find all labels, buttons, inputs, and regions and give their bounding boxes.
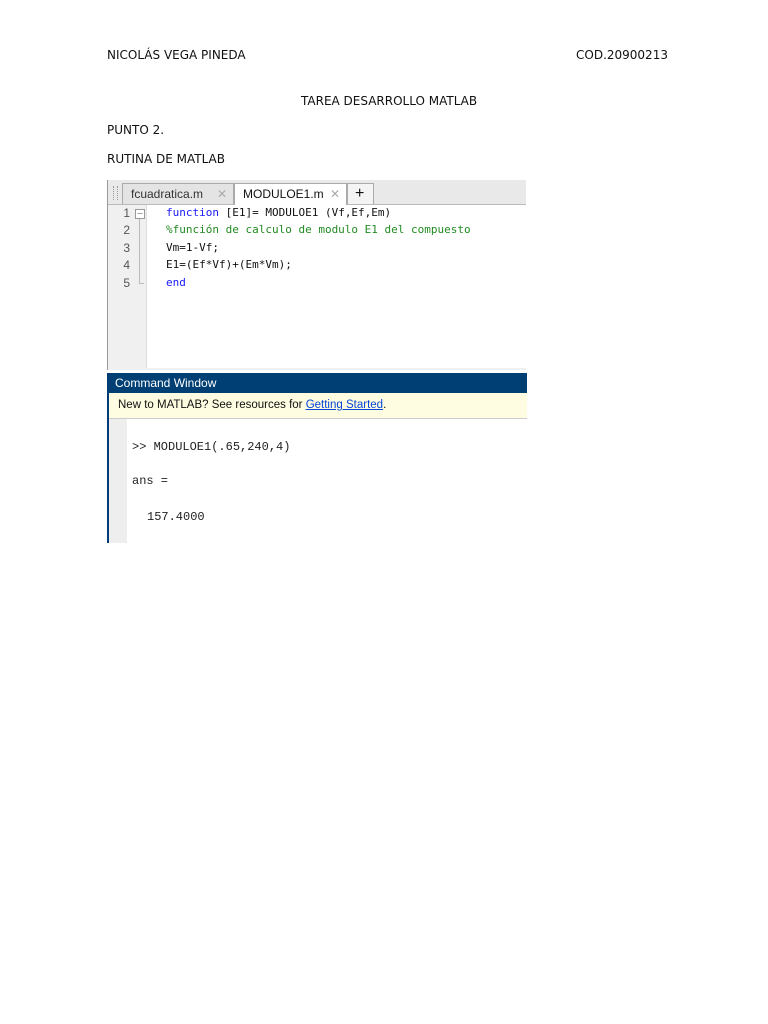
fold-line bbox=[139, 219, 144, 284]
line-number: 4 bbox=[123, 258, 130, 272]
code-comment: %función de calculo de modulo E1 del com… bbox=[166, 223, 471, 236]
document-title: TAREA DESARROLLO MATLAB bbox=[301, 94, 478, 108]
tab-label: MODULOE1.m bbox=[243, 187, 324, 201]
getting-started-tip: New to MATLAB? See resources for Getting… bbox=[109, 393, 527, 419]
ans-label: ans = bbox=[132, 474, 169, 488]
line-number: 1 bbox=[123, 206, 130, 220]
line-number: 2 bbox=[123, 223, 130, 237]
tip-text: New to MATLAB? See resources for bbox=[118, 399, 306, 411]
keyword: end bbox=[166, 276, 186, 289]
tab-label: fcuadratica.m bbox=[131, 187, 204, 201]
tab-fcuadratica[interactable]: fcuadratica.m ✕ bbox=[122, 183, 234, 204]
close-icon[interactable]: ✕ bbox=[217, 184, 227, 204]
document-page: NICOLÁS VEGA PINEDA COD.20900213 TAREA D… bbox=[0, 0, 768, 1024]
keyword: function bbox=[166, 206, 219, 219]
code-line: function [E1]= MODULOE1 (Vf,Ef,Em) bbox=[166, 206, 391, 219]
code-text: [E1]= MODULOE1 (Vf,Ef,Em) bbox=[218, 206, 392, 219]
code-line: E1=(Ef*Vf)+(Em*Vm); bbox=[166, 258, 292, 271]
drag-grip-icon[interactable] bbox=[113, 186, 118, 200]
add-tab-button[interactable]: + bbox=[347, 183, 374, 204]
code-line: Vm=1-Vf; bbox=[166, 241, 219, 254]
command-window: Command Window New to MATLAB? See resour… bbox=[107, 373, 527, 543]
author-name: NICOLÁS VEGA PINEDA bbox=[107, 48, 246, 62]
fold-minus-icon[interactable]: − bbox=[135, 209, 145, 219]
tip-suffix: . bbox=[383, 399, 387, 411]
close-icon[interactable]: ✕ bbox=[330, 184, 340, 204]
getting-started-link[interactable]: Getting Started bbox=[306, 399, 383, 411]
line-number: 3 bbox=[123, 241, 130, 255]
tab-moduloe1[interactable]: MODULOE1.m ✕ bbox=[234, 183, 347, 205]
subsection-heading: RUTINA DE MATLAB bbox=[107, 152, 225, 166]
result-value: 157.4000 bbox=[147, 510, 205, 524]
command-window-title: Command Window bbox=[109, 373, 527, 393]
section-heading: PUNTO 2. bbox=[107, 123, 165, 137]
command-margin bbox=[109, 419, 127, 543]
code-area[interactable]: − 1 2 3 4 5 function [E1]= MODULOE1 (Vf,… bbox=[108, 205, 526, 368]
command-line: >> MODULOE1(.65,240,4) bbox=[132, 440, 291, 454]
matlab-editor-screenshot: fcuadratica.m ✕ MODULOE1.m ✕ + − 1 2 3 4… bbox=[107, 180, 526, 370]
editor-tab-bar: fcuadratica.m ✕ MODULOE1.m ✕ + bbox=[108, 180, 526, 205]
student-code: COD.20900213 bbox=[576, 48, 668, 62]
line-number: 5 bbox=[123, 276, 130, 290]
command-output[interactable]: >> MODULOE1(.65,240,4) ans = 157.4000 bbox=[109, 419, 527, 543]
